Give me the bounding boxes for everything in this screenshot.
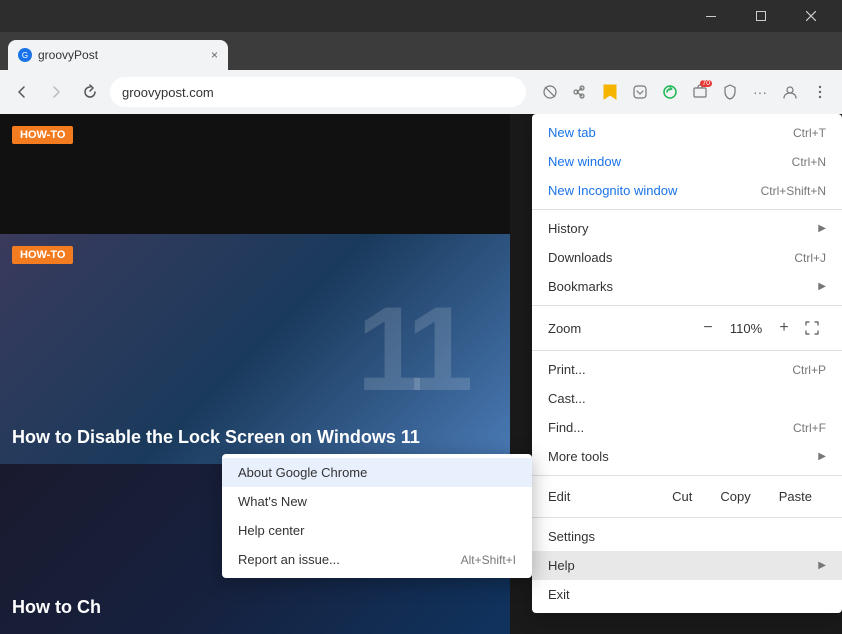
menu-divider-1 xyxy=(532,209,842,210)
menu-new-incognito[interactable]: New Incognito window Ctrl+Shift+N xyxy=(532,176,842,205)
help-submenu: About Google Chrome What's New Help cent… xyxy=(222,454,532,578)
tab-favicon: G xyxy=(18,48,32,62)
menu-divider-3 xyxy=(532,350,842,351)
pocket-icon[interactable] xyxy=(626,78,654,106)
back-button[interactable] xyxy=(8,78,36,106)
menu-paste-btn[interactable]: Paste xyxy=(765,484,826,509)
active-tab[interactable]: G groovyPost × xyxy=(8,40,228,70)
menu-find[interactable]: Find... Ctrl+F xyxy=(532,413,842,442)
article2-title: How to Ch xyxy=(12,596,510,619)
help-report-issue[interactable]: Report an issue... Alt+Shift+I xyxy=(222,545,532,574)
menu-cut-btn[interactable]: Cut xyxy=(658,484,706,509)
chrome-main-menu: New tab Ctrl+T New window Ctrl+N New Inc… xyxy=(532,114,842,613)
menu-exit[interactable]: Exit xyxy=(532,580,842,609)
refresh-extension-icon[interactable] xyxy=(656,78,684,106)
address-bar: 70 ··· xyxy=(0,70,842,114)
no-image-icon[interactable] xyxy=(536,78,564,106)
article1-title: How to Disable the Lock Screen on Window… xyxy=(12,426,498,449)
close-button[interactable] xyxy=(788,0,834,32)
profile-icon[interactable] xyxy=(776,78,804,106)
menu-cast[interactable]: Cast... xyxy=(532,384,842,413)
menu-edit-row: Edit Cut Copy Paste xyxy=(532,480,842,513)
menu-new-window[interactable]: New window Ctrl+N xyxy=(532,147,842,176)
maximize-button[interactable] xyxy=(738,0,784,32)
share-icon[interactable] xyxy=(566,78,594,106)
toolbar-icons: 70 ··· xyxy=(536,78,834,106)
menu-history[interactable]: History ▶ xyxy=(532,214,842,243)
title-bar xyxy=(0,0,842,32)
address-input[interactable] xyxy=(110,77,526,107)
zoom-plus-btn[interactable]: + xyxy=(770,314,798,342)
menu-divider-5 xyxy=(532,517,842,518)
zoom-value-display: 110% xyxy=(722,321,770,336)
menu-zoom-row: Zoom − 110% + xyxy=(532,310,842,346)
hero-dark xyxy=(0,114,510,234)
menu-print[interactable]: Print... Ctrl+P xyxy=(532,355,842,384)
menu-bookmarks[interactable]: Bookmarks ▶ xyxy=(532,272,842,301)
zoom-fullscreen-btn[interactable] xyxy=(798,314,826,342)
article1-badge: HOW-TO xyxy=(12,246,73,264)
menu-divider-2 xyxy=(532,305,842,306)
help-about-chrome[interactable]: About Google Chrome xyxy=(222,458,532,487)
main-content: 11 HOW-TO How to Disable the Lock Screen… xyxy=(0,114,842,634)
help-center[interactable]: Help center xyxy=(222,516,532,545)
help-whats-new[interactable]: What's New xyxy=(222,487,532,516)
extensions-count-badge: 70 xyxy=(700,80,712,87)
extensions-badge-icon[interactable]: 70 xyxy=(686,78,714,106)
article-card-1[interactable]: 11 HOW-TO How to Disable the Lock Screen… xyxy=(0,234,510,464)
tab-bar: G groovyPost × xyxy=(0,32,842,70)
menu-settings[interactable]: Settings xyxy=(532,522,842,551)
menu-more-tools[interactable]: More tools ▶ xyxy=(532,442,842,471)
reload-button[interactable] xyxy=(76,78,104,106)
menu-help[interactable]: Help ▶ xyxy=(532,551,842,580)
minimize-button[interactable] xyxy=(688,0,734,32)
forward-button[interactable] xyxy=(42,78,70,106)
more-extensions-icon[interactable]: ··· xyxy=(746,78,774,106)
shield-icon[interactable] xyxy=(716,78,744,106)
menu-copy-btn[interactable]: Copy xyxy=(706,484,764,509)
bookmark-icon[interactable] xyxy=(596,78,624,106)
menu-divider-4 xyxy=(532,475,842,476)
tab-title: groovyPost xyxy=(38,48,205,62)
menu-downloads[interactable]: Downloads Ctrl+J xyxy=(532,243,842,272)
tab-close[interactable]: × xyxy=(211,48,218,62)
menu-new-tab[interactable]: New tab Ctrl+T xyxy=(532,118,842,147)
chrome-menu-button[interactable] xyxy=(806,78,834,106)
zoom-minus-btn[interactable]: − xyxy=(694,314,722,342)
